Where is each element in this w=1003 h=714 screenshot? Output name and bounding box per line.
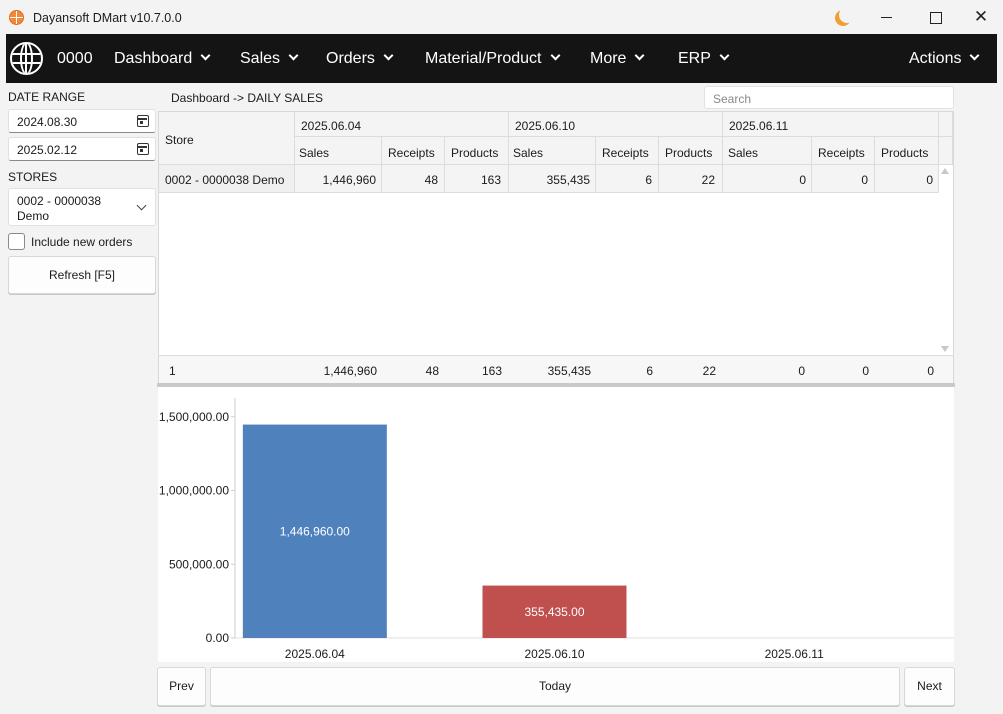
calendar-icon[interactable] — [137, 115, 149, 127]
x-tick-label: 2025.06.04 — [285, 647, 345, 661]
chevron-down-icon — [719, 50, 730, 61]
menu-sales[interactable]: Sales — [240, 50, 299, 68]
menu-more[interactable]: More — [590, 50, 645, 68]
today-button[interactable]: Today — [210, 667, 900, 706]
maximize-button[interactable] — [927, 9, 943, 25]
footer-total: 48 — [425, 364, 439, 378]
calendar-icon[interactable] — [137, 143, 149, 155]
breadcrumb: Dashboard -> DAILY SALES — [171, 91, 323, 105]
x-tick-label: 2025.06.10 — [524, 647, 584, 661]
title-bar: Dayansoft DMart v10.7.0.0 ✕ — [0, 0, 1003, 34]
store-code[interactable]: 0000 — [57, 50, 93, 68]
refresh-button[interactable]: Refresh [F5] — [8, 256, 156, 294]
chevron-down-icon — [550, 50, 560, 61]
y-tick-label: 1,000,000.00 — [159, 484, 229, 498]
footer-total: 355,435 — [547, 364, 591, 378]
sales-column-header[interactable]: Sales — [509, 137, 596, 165]
row-count: 1 — [169, 364, 176, 378]
header-filler — [939, 137, 953, 165]
table-cell[interactable]: 355,435 — [509, 165, 596, 193]
date-from-field[interactable]: 2024.08.30 — [8, 109, 156, 133]
stores-label: STORES — [8, 170, 58, 184]
table-cell[interactable]: 1,446,960 — [295, 165, 382, 193]
search-input[interactable]: Search — [704, 86, 954, 109]
bar-data-label: 355,435.00 — [524, 605, 584, 619]
footer-total: 163 — [481, 364, 502, 378]
x-tick-label: 2025.06.11 — [765, 647, 824, 661]
table-cell[interactable]: 48 — [382, 165, 445, 193]
menu-orders[interactable]: Orders — [326, 50, 394, 68]
chevron-down-icon — [288, 50, 299, 61]
include-new-orders-label: Include new orders — [31, 235, 133, 249]
receipts-column-header[interactable]: Receipts — [596, 137, 659, 165]
globe-logo-icon[interactable] — [10, 42, 43, 75]
products-column-header[interactable]: Products — [445, 137, 509, 165]
chevron-down-icon — [383, 50, 394, 61]
minimize-button[interactable] — [879, 9, 895, 25]
y-tick-label: 1,500,000.00 — [159, 410, 229, 424]
include-new-orders-checkbox[interactable] — [8, 233, 25, 250]
chart-area: 0.00 500,000.00 1,000,000.00 1,500,000.00 1,… — [158, 387, 954, 662]
bar-data-label: 1,446,960.00 — [280, 524, 350, 538]
menu-dashboard[interactable]: Dashboard — [114, 50, 211, 68]
table-cell[interactable]: 6 — [596, 165, 659, 193]
table-cell[interactable]: 163 — [445, 165, 509, 193]
scroll-down-arrow-icon[interactable] — [941, 346, 949, 352]
dark-mode-moon-icon[interactable] — [839, 7, 855, 23]
y-tick-label: 500,000.00 — [169, 557, 229, 571]
next-button[interactable]: Next — [904, 667, 955, 706]
receipts-column-header[interactable]: Receipts — [812, 137, 875, 165]
date-to-field[interactable]: 2025.02.12 — [8, 137, 156, 161]
store-select[interactable]: 0002 - 0000038 Demo — [8, 188, 156, 226]
close-button[interactable]: ✕ — [973, 8, 989, 25]
window-title: Dayansoft DMart v10.7.0.0 — [33, 11, 182, 25]
store-column-header[interactable]: Store — [159, 112, 295, 165]
date-group-header[interactable]: 2025.06.04 — [295, 112, 509, 137]
menu-erp[interactable]: ERP — [678, 50, 730, 68]
footer-total: 1,446,960 — [323, 364, 377, 378]
table-cell[interactable]: 22 — [659, 165, 723, 193]
sales-column-header[interactable]: Sales — [723, 137, 812, 165]
table-row-store[interactable]: 0002 - 0000038 Demo — [159, 165, 295, 193]
products-column-header[interactable]: Products — [875, 137, 939, 165]
receipts-column-header[interactable]: Receipts — [382, 137, 445, 165]
date-range-label: DATE RANGE — [8, 90, 86, 104]
products-column-header[interactable]: Products — [659, 137, 723, 165]
prev-button[interactable]: Prev — [157, 667, 206, 706]
daily-sales-grid: Store 2025.06.04 2025.06.10 2025.06.11 S… — [158, 111, 954, 384]
chevron-down-icon — [970, 50, 980, 61]
footer-total: 0 — [798, 364, 805, 378]
table-cell[interactable]: 0 — [875, 165, 939, 193]
menu-material-product[interactable]: Material/Product — [425, 50, 560, 68]
footer-total: 6 — [646, 364, 653, 378]
menu-actions[interactable]: Actions — [909, 50, 980, 68]
table-cell[interactable]: 0 — [812, 165, 875, 193]
app-logo-icon — [9, 10, 24, 25]
grid-footer-totals: 1 1,446,960 48 163 355,435 6 22 0 0 0 — [159, 355, 953, 383]
footer-total: 22 — [702, 364, 716, 378]
scroll-up-arrow-icon[interactable] — [941, 168, 949, 174]
y-tick-label: 0.00 — [206, 631, 230, 645]
footer-total: 0 — [927, 364, 934, 378]
chevron-down-icon — [200, 50, 211, 61]
date-group-header[interactable]: 2025.06.10 — [509, 112, 723, 137]
daily-sales-bar-chart: 0.00 500,000.00 1,000,000.00 1,500,000.00 1,… — [159, 398, 954, 661]
header-filler — [939, 112, 953, 137]
footer-total: 0 — [862, 364, 869, 378]
chevron-down-icon — [635, 50, 645, 61]
sales-column-header[interactable]: Sales — [295, 137, 382, 165]
date-group-header[interactable]: 2025.06.11 — [723, 112, 939, 137]
main-menu-bar: 0000 Dashboard Sales Orders Material/Pro… — [6, 34, 997, 83]
table-cell[interactable]: 0 — [723, 165, 812, 193]
